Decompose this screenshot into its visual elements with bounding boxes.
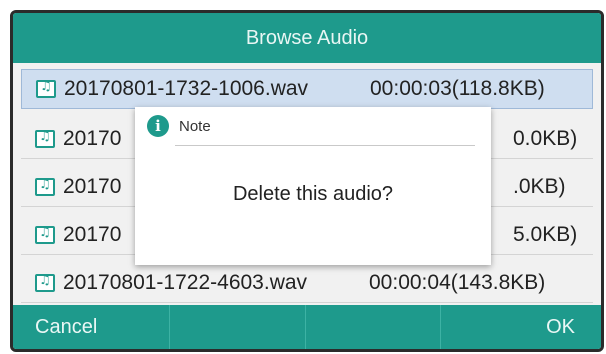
softkey-bar: Cancel OK (13, 305, 601, 349)
ok-button[interactable]: OK (441, 305, 601, 349)
file-name: 20170 (63, 126, 122, 150)
dialog-divider (175, 145, 475, 146)
title-bar: Browse Audio (13, 13, 601, 63)
softkey-empty-2[interactable] (170, 305, 306, 349)
file-duration-size: 00:00:03(118.8KB) (370, 77, 545, 100)
file-name: 20170 (63, 174, 122, 198)
file-name: 20170801-1722-4603.wav (63, 270, 308, 294)
ok-label: OK (546, 315, 575, 338)
file-duration-size: 5.0KB) (513, 222, 578, 246)
audio-file-icon (35, 129, 55, 148)
note-dialog: i Note Delete this audio? (135, 107, 491, 265)
file-duration-size: .0KB) (513, 174, 566, 198)
dialog-message: Delete this audio? (232, 183, 394, 205)
info-icon: i (147, 115, 169, 137)
cancel-button[interactable]: Cancel (13, 305, 171, 349)
audio-file-icon (36, 79, 56, 98)
audio-file-icon (35, 225, 55, 244)
audio-file-icon (35, 177, 55, 196)
audio-file-icon (35, 273, 55, 292)
file-name: 20170801-1732-1006.wav (64, 77, 309, 100)
page-title: Browse Audio (245, 26, 369, 49)
cancel-label: Cancel (35, 315, 98, 338)
list-item[interactable]: 20170801-1722-4603.wav 00:00:04(143.8KB) (21, 263, 593, 303)
dialog-title: Note (179, 117, 211, 135)
phone-screen: Browse Audio 20170801-1732-1006.wav 00:0… (10, 10, 604, 352)
dialog-header: i Note (135, 107, 491, 145)
file-duration-size: 0.0KB) (513, 126, 578, 150)
file-duration-size: 00:00:04(143.8KB) (369, 270, 546, 294)
list-item[interactable]: 20170801-1732-1006.wav 00:00:03(118.8KB) (21, 69, 593, 109)
softkey-empty-3[interactable] (306, 305, 441, 349)
file-name: 20170 (63, 222, 122, 246)
